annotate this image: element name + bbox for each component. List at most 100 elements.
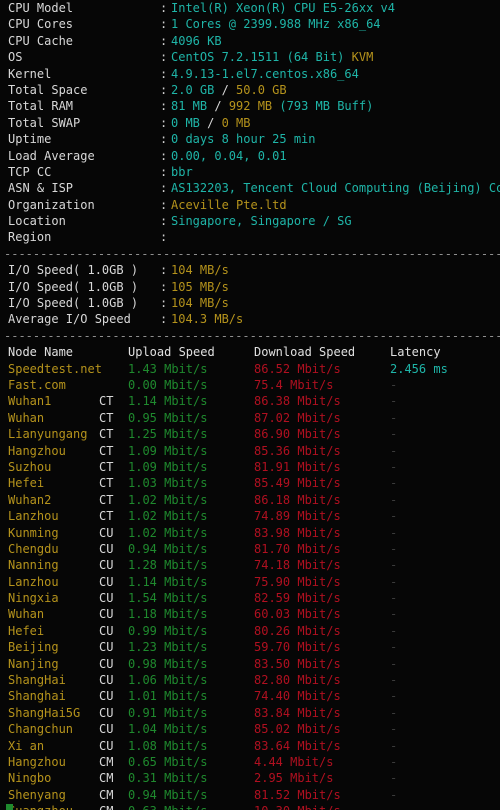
cell-node-name: Nanjing <box>8 656 59 671</box>
io-row: I/O Speed( 1.0GB ):104 MB/s <box>0 262 500 278</box>
cell-isp-code: CU <box>99 525 114 540</box>
cell-node-name: Shenyang <box>8 787 66 802</box>
info-value: 0.00, 0.04, 0.01 <box>171 148 287 164</box>
info-value: 0 MB / 0 MB <box>171 115 251 131</box>
cell-download-speed: 60.03 Mbit/s <box>254 607 341 622</box>
cell-upload-speed: 0.63 Mbit/s <box>128 803 207 810</box>
cell-node-name: Shanghai <box>8 689 66 704</box>
cell-isp-code: CT <box>99 394 114 409</box>
table-row: Wuhan1 CT 1.14 Mbit/s 86.38 Mbit/s - <box>0 393 500 409</box>
io-label: I/O Speed( 1.0GB ) <box>8 279 139 294</box>
cell-download-speed: 83.98 Mbit/s <box>254 525 341 540</box>
io-speed-block: I/O Speed( 1.0GB ):104 MB/s I/O Speed( 1.… <box>0 262 500 328</box>
io-value: 104 MB/s <box>171 263 229 278</box>
cell-isp-code: CU <box>99 640 114 655</box>
info-label: TCP CC <box>8 164 52 179</box>
cell-node-name: Hefei <box>8 623 45 638</box>
info-label: Organization <box>8 197 95 212</box>
info-colon: : <box>160 148 168 163</box>
info-row: Region: <box>0 229 500 245</box>
cell-isp-code: CT <box>99 443 114 458</box>
cell-isp-code: CU <box>99 591 114 606</box>
io-colon: : <box>160 279 168 294</box>
cell-upload-speed: 1.01 Mbit/s <box>128 689 208 704</box>
cell-latency: - <box>390 705 398 720</box>
cell-upload-speed: 1.08 Mbit/s <box>128 738 208 753</box>
cell-upload-speed: 0.65 Mbit/s <box>128 754 208 769</box>
header-upload-speed: Upload Speed <box>128 345 215 360</box>
cell-isp-code: CU <box>99 722 114 737</box>
cell-latency: - <box>390 771 398 786</box>
cell-isp-code: CT <box>99 459 114 474</box>
cell-upload-speed: 1.25 Mbit/s <box>128 427 208 442</box>
table-row: Shanghai CU 1.01 Mbit/s 74.40 Mbit/s - <box>0 688 500 704</box>
cell-download-speed: 83.64 Mbit/s <box>254 738 341 753</box>
cell-download-speed: 81.52 Mbit/s <box>254 787 341 802</box>
info-value: Intel(R) Xeon(R) CPU E5-26xx v4 <box>171 0 395 16</box>
cell-isp-code: CT <box>99 509 114 524</box>
info-value-text: 0.00, 0.04, 0.01 <box>171 148 287 163</box>
table-row: Ningxia CU 1.54 Mbit/s 82.59 Mbit/s - <box>0 590 500 606</box>
info-value-gap <box>344 50 351 64</box>
info-row: CPU Cores:1 Cores @ 2399.988 MHz x86_64 <box>0 16 500 32</box>
info-value: Aceville Pte.ltd <box>171 197 287 213</box>
cell-isp-code: CU <box>99 656 114 671</box>
header-node-name: Node Name <box>8 345 74 360</box>
io-label: I/O Speed( 1.0GB ) <box>8 263 139 278</box>
info-value: 81 MB / 992 MB (793 MB Buff) <box>171 98 373 114</box>
info-value-text: Singapore, Singapore / SG <box>171 214 352 229</box>
cell-node-name: Speedtest.net <box>8 361 102 376</box>
table-row: Beijing CU 1.23 Mbit/s 59.70 Mbit/s - <box>0 639 500 655</box>
info-row: ASN & ISP: AS132203, Tencent Cloud Comput… <box>0 180 500 196</box>
info-value-text: 81 MB <box>171 99 208 114</box>
cell-download-speed: 82.80 Mbit/s <box>254 673 341 688</box>
header-download-speed: Download Speed <box>254 345 356 360</box>
cell-latency: - <box>390 443 398 458</box>
separator-line-1: ----------------------------------------… <box>4 246 500 261</box>
cell-latency: - <box>390 656 398 671</box>
cell-latency: 2.456 ms <box>390 361 448 376</box>
cell-upload-speed: 0.91 Mbit/s <box>128 705 208 720</box>
table-row: Fast.com 0.00 Mbit/s 75.4 Mbit/s - <box>0 377 500 393</box>
table-row: Xi an CU 1.08 Mbit/s 83.64 Mbit/s - <box>0 738 500 754</box>
cell-latency: - <box>390 787 398 802</box>
cell-upload-speed: 1.02 Mbit/s <box>128 525 208 540</box>
cell-latency: - <box>390 476 398 491</box>
info-value-sep: / <box>214 82 237 97</box>
cell-node-name: ShangHai5G <box>8 705 81 720</box>
cell-latency: - <box>390 754 398 769</box>
info-colon: : <box>160 99 168 114</box>
info-value-text: Aceville Pte.ltd <box>171 197 287 212</box>
table-row: Ningbo CM 0.31 Mbit/s 2.95 Mbit/s - <box>0 770 500 786</box>
info-colon: : <box>160 181 168 196</box>
info-colon: : <box>160 164 168 179</box>
cell-download-speed: 85.36 Mbit/s <box>254 443 341 458</box>
cell-download-speed: 86.90 Mbit/s <box>254 427 341 442</box>
terminal-window: CPU Model: Intel(R) Xeon(R) CPU E5-26xx v… <box>0 0 500 810</box>
info-label: ASN & ISP <box>8 181 74 196</box>
cell-latency: - <box>390 738 398 753</box>
cell-latency: - <box>390 492 398 507</box>
cell-node-name: Lanzhou <box>8 509 59 524</box>
separator-line-2: ----------------------------------------… <box>4 328 500 343</box>
cell-latency: - <box>390 459 398 474</box>
info-row: OS: CentOS 7.2.1511 (64 Bit) KVM <box>0 49 500 65</box>
cell-download-speed: 4.44 Mbit/s <box>254 754 334 769</box>
cell-node-name: Nanning <box>8 558 59 573</box>
cell-node-name: Wuhan2 <box>8 492 52 507</box>
info-colon: : <box>160 33 168 48</box>
info-value-text-2: KVM <box>351 50 374 65</box>
cell-download-speed: 81.91 Mbit/s <box>254 459 341 474</box>
cell-isp-code: CM <box>99 803 121 810</box>
cell-latency: - <box>390 525 398 540</box>
info-label: CPU Cores <box>8 17 74 32</box>
cell-node-name: Guangzhou <box>8 803 73 810</box>
cell-upload-speed: 1.28 Mbit/s <box>128 558 208 573</box>
info-value: 4096 KB <box>171 33 222 49</box>
cell-upload-speed: 1.54 Mbit/s <box>128 591 208 606</box>
cell-latency: - <box>390 803 397 810</box>
cell-upload-speed: 1.23 Mbit/s <box>128 640 208 655</box>
info-value-text: 2.0 GB <box>171 82 215 97</box>
info-colon: : <box>160 82 168 97</box>
cell-upload-speed: 1.02 Mbit/s <box>128 509 208 524</box>
